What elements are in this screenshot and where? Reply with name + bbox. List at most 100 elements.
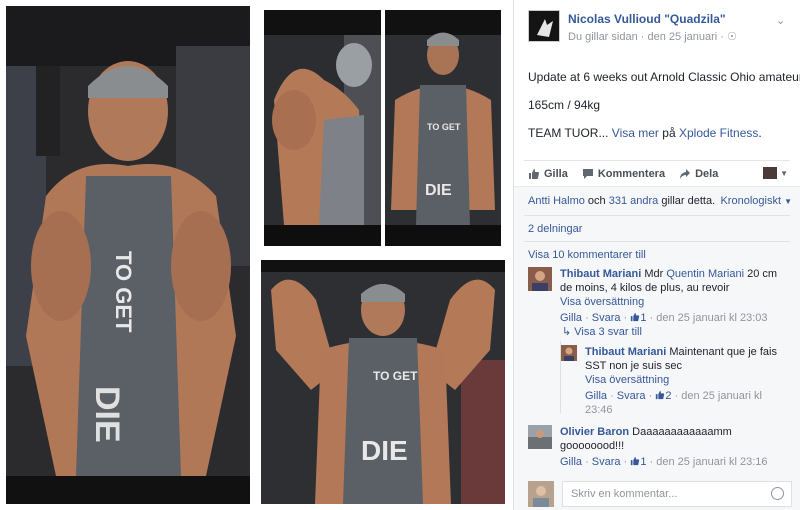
post-panel: Nicolas Vullioud "Quadzila" Du gillar si… xyxy=(513,0,800,510)
page-avatar[interactable] xyxy=(528,10,560,42)
comment-meta: Gilla · Svara · 2 · den 25 januari kl xyxy=(585,390,762,402)
post-line-3-suffix: . xyxy=(758,126,762,140)
comment-avatar-image xyxy=(561,345,577,361)
comment-like-link[interactable]: Gilla xyxy=(560,456,582,468)
comment-body: Olivier Baron Daaaaaaaaaaaamm goooooood!… xyxy=(560,425,792,469)
see-translation-link[interactable]: Visa översättning xyxy=(560,295,792,309)
photo-4-image: TO GET DIE xyxy=(261,260,505,504)
comment-sort-dropdown[interactable]: Kronologiskt ▼ xyxy=(720,195,792,207)
chevron-down-icon[interactable]: ⌄ xyxy=(776,14,788,27)
current-user-avatar-image xyxy=(528,481,554,507)
user-mini-avatar xyxy=(763,167,778,179)
comment-sort-label: Kronologiskt xyxy=(720,195,782,207)
post-line-3-prefix: TEAM TUOR... xyxy=(528,126,609,140)
post-meta: Du gillar sidan · den 25 januari · ☉ xyxy=(568,30,737,43)
photo-1-image: TO GET DIE xyxy=(6,6,250,504)
thumbs-up-icon xyxy=(529,168,539,179)
photo-collage: TO GET DIE TO GET DIE TO GET DIE xyxy=(0,0,513,510)
post-actions: Gilla Kommentera Dela ▼ xyxy=(524,160,790,186)
share-button[interactable]: Dela xyxy=(679,168,718,180)
comment-time[interactable]: den 25 januari kl xyxy=(681,390,762,402)
svg-text:TO GET: TO GET xyxy=(373,369,418,383)
view-replies-link[interactable]: ↳ Visa 3 svar till xyxy=(562,325,642,338)
thumbs-up-icon xyxy=(631,456,640,466)
reply-arrow-icon: ↳ xyxy=(562,326,572,338)
comment-like-link[interactable]: Gilla xyxy=(560,312,582,324)
likes-suffix: gillar detta. xyxy=(661,195,716,207)
svg-text:DIE: DIE xyxy=(425,182,452,199)
comment-reply-link[interactable]: Svara xyxy=(592,312,621,324)
post-text: Update at 6 weeks out Arnold Classic Ohi… xyxy=(528,70,800,154)
comment-body: Thibaut Mariani Mdr Quentin Mariani 20 c… xyxy=(560,267,792,325)
liker-name-link[interactable]: Antti Halmo xyxy=(528,195,585,207)
on-word: på xyxy=(662,126,676,140)
view-replies-label: Visa 3 svar till xyxy=(574,326,642,338)
comment: Olivier Baron Daaaaaaaaaaaamm goooooood!… xyxy=(528,425,792,469)
current-user-avatar xyxy=(528,481,554,507)
comment-reply-link[interactable]: Svara xyxy=(617,390,646,402)
photo-3-image: TO GET DIE xyxy=(385,10,501,246)
see-more-link[interactable]: Visa mer xyxy=(612,126,659,140)
shares-link[interactable]: 2 delningar xyxy=(528,223,582,235)
reply-thread: Thibaut Mariani Maintenant que je fais S… xyxy=(560,341,792,416)
svg-text:TO GET: TO GET xyxy=(427,122,461,132)
caret-down-icon: ▼ xyxy=(780,168,788,178)
caret-down-icon: ▼ xyxy=(784,197,792,206)
thumbs-up-icon xyxy=(631,312,640,322)
comment-likes-number: 1 xyxy=(640,456,647,468)
liked-page-status: Du gillar sidan xyxy=(568,31,638,43)
photo-3[interactable]: TO GET DIE xyxy=(385,10,501,246)
comment-avatar[interactable] xyxy=(528,267,552,291)
post-header: Nicolas Vullioud "Quadzila" Du gillar si… xyxy=(528,8,792,48)
feedback-section: Antti Halmo och 331 andra gillar detta. … xyxy=(514,186,800,510)
comment-avatar[interactable] xyxy=(561,345,577,361)
comment-like-count[interactable]: 1 xyxy=(630,456,646,468)
comment-reply-link[interactable]: Svara xyxy=(592,456,621,468)
comment-input[interactable]: Skriv en kommentar... xyxy=(562,481,792,507)
photo-4[interactable]: TO GET DIE xyxy=(261,260,505,504)
view-more-comments-link[interactable]: Visa 10 kommentarer till xyxy=(528,249,646,261)
like-button[interactable]: Gilla xyxy=(528,168,568,180)
svg-text:TO GET: TO GET xyxy=(111,251,136,333)
post-date[interactable]: den 25 januari xyxy=(648,31,718,43)
comment-button[interactable]: Kommentera xyxy=(582,168,665,180)
react-as-selector[interactable]: ▼ xyxy=(763,167,788,179)
comment-avatar[interactable] xyxy=(528,425,552,449)
post-line-3: TEAM TUOR... Visa mer på Xplode Fitness. xyxy=(528,126,790,140)
xplode-fitness-link[interactable]: Xplode Fitness xyxy=(679,126,758,140)
comment-input-placeholder: Skriv en kommentar... xyxy=(571,488,678,500)
comment-author-link[interactable]: Thibaut Mariani xyxy=(560,268,641,280)
emoji-icon[interactable] xyxy=(771,487,784,500)
likes-and: och xyxy=(587,195,606,207)
comment-time[interactable]: den 25 januari kl 23:16 xyxy=(656,456,767,468)
comment-time[interactable]: den 25 januari kl 23:03 xyxy=(656,312,767,324)
mention-link[interactable]: Quentin Mariani xyxy=(666,268,744,280)
comment-like-link[interactable]: Gilla xyxy=(585,390,607,402)
comment-body: Thibaut Mariani Maintenant que je fais S… xyxy=(585,345,792,417)
other-likers-link[interactable]: 331 andra xyxy=(609,195,659,207)
comment-author-link[interactable]: Thibaut Mariani xyxy=(585,346,666,358)
page-avatar-image xyxy=(529,11,559,41)
comment-likes-number: 1 xyxy=(640,312,647,324)
post-line-2: 165cm / 94kg xyxy=(528,98,601,112)
page-name-link[interactable]: Nicolas Vullioud "Quadzila" xyxy=(568,12,726,26)
comment-avatar-image xyxy=(528,267,552,291)
share-icon xyxy=(680,168,691,179)
share-label: Dela xyxy=(695,167,719,180)
comment-like-count[interactable]: 2 xyxy=(655,390,671,402)
likes-summary: Antti Halmo och 331 andra gillar detta. … xyxy=(528,195,792,207)
svg-text:DIE: DIE xyxy=(88,386,126,443)
see-translation-link[interactable]: Visa översättning xyxy=(585,373,792,387)
photo-1[interactable]: TO GET DIE xyxy=(6,6,250,504)
divider xyxy=(524,241,790,242)
comment: Thibaut Mariani Mdr Quentin Mariani 20 c… xyxy=(528,267,792,327)
comment-like-count[interactable]: 1 xyxy=(630,312,646,324)
photo-2[interactable] xyxy=(264,10,381,246)
comment-time-continued[interactable]: 23:46 xyxy=(585,403,792,417)
comment-composer: Skriv en kommentar... xyxy=(528,481,792,507)
globe-icon: ☉ xyxy=(727,31,737,43)
comment-author-link[interactable]: Olivier Baron xyxy=(560,426,629,438)
divider xyxy=(524,215,790,216)
comment-meta: Gilla · Svara · 1 · den 25 januari kl 23… xyxy=(560,312,768,324)
comment-label: Kommentera xyxy=(597,167,666,180)
